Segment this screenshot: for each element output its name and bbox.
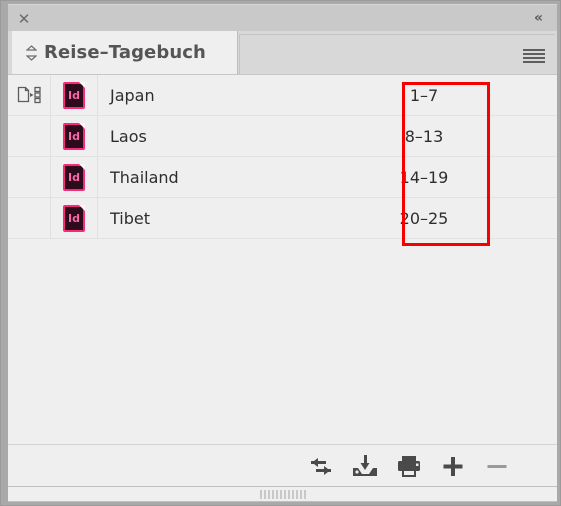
page-range[interactable]: 8–13 — [369, 127, 487, 146]
book-panel-window: ✕ « Reise–Tagebuch Id Japan 1–7 Id Laos … — [0, 0, 561, 506]
page-range[interactable]: 20–25 — [369, 209, 487, 228]
page-range[interactable]: 14–19 — [369, 168, 487, 187]
document-name[interactable]: Tibet — [98, 209, 369, 228]
indesign-icon-label: Id — [68, 129, 80, 143]
indesign-document-icon: Id — [63, 163, 85, 191]
panel-tab-label: Reise–Tagebuch — [44, 42, 206, 63]
style-source-cell[interactable] — [8, 157, 51, 197]
style-source-cell[interactable] — [8, 198, 51, 238]
diamond-drag-handle-icon — [26, 44, 37, 61]
book-document-list[interactable]: Id Japan 1–7 Id Laos 8–13 Id Thailand 14… — [8, 74, 557, 444]
table-row[interactable]: Id Tibet 20–25 — [8, 198, 557, 239]
document-name[interactable]: Japan — [98, 86, 369, 105]
table-row[interactable]: Id Laos 8–13 — [8, 116, 557, 157]
document-icon-cell: Id — [51, 157, 98, 197]
document-icon-cell: Id — [51, 198, 98, 238]
indesign-document-icon: Id — [63, 204, 85, 232]
print-book-button[interactable] — [387, 449, 431, 483]
indesign-document-icon: Id — [63, 81, 85, 109]
document-icon-cell: Id — [51, 116, 98, 156]
style-source-cell[interactable] — [8, 75, 51, 115]
indesign-icon-label: Id — [68, 170, 80, 184]
indesign-icon-label: Id — [68, 88, 80, 102]
panel-menu-icon[interactable] — [523, 49, 545, 65]
indesign-icon-label: Id — [68, 211, 80, 225]
document-icon-cell: Id — [51, 75, 98, 115]
collapse-panel-icon[interactable]: « — [527, 8, 549, 28]
resize-grip-handle[interactable] — [259, 490, 306, 499]
close-icon[interactable]: ✕ — [14, 9, 34, 29]
panel-toolbar — [8, 444, 557, 486]
indesign-document-icon: Id — [63, 122, 85, 150]
sync-book-button[interactable] — [299, 449, 343, 483]
panel-tab-bar: Reise–Tagebuch — [8, 31, 557, 74]
save-book-button[interactable] — [343, 449, 387, 483]
page-range[interactable]: 1–7 — [369, 86, 487, 105]
style-source-icon — [17, 86, 43, 104]
panel-resize-strip — [8, 486, 557, 502]
document-name[interactable]: Laos — [98, 127, 369, 146]
table-row[interactable]: Id Thailand 14–19 — [8, 157, 557, 198]
tab-reise-tagebuch[interactable]: Reise–Tagebuch — [12, 31, 238, 74]
remove-document-button[interactable] — [475, 449, 519, 483]
tab-bar-empty-area — [239, 34, 555, 74]
style-source-cell[interactable] — [8, 116, 51, 156]
document-name[interactable]: Thailand — [98, 168, 369, 187]
table-row[interactable]: Id Japan 1–7 — [8, 75, 557, 116]
panel-title-bar: ✕ « — [8, 4, 557, 31]
add-document-button[interactable] — [431, 449, 475, 483]
